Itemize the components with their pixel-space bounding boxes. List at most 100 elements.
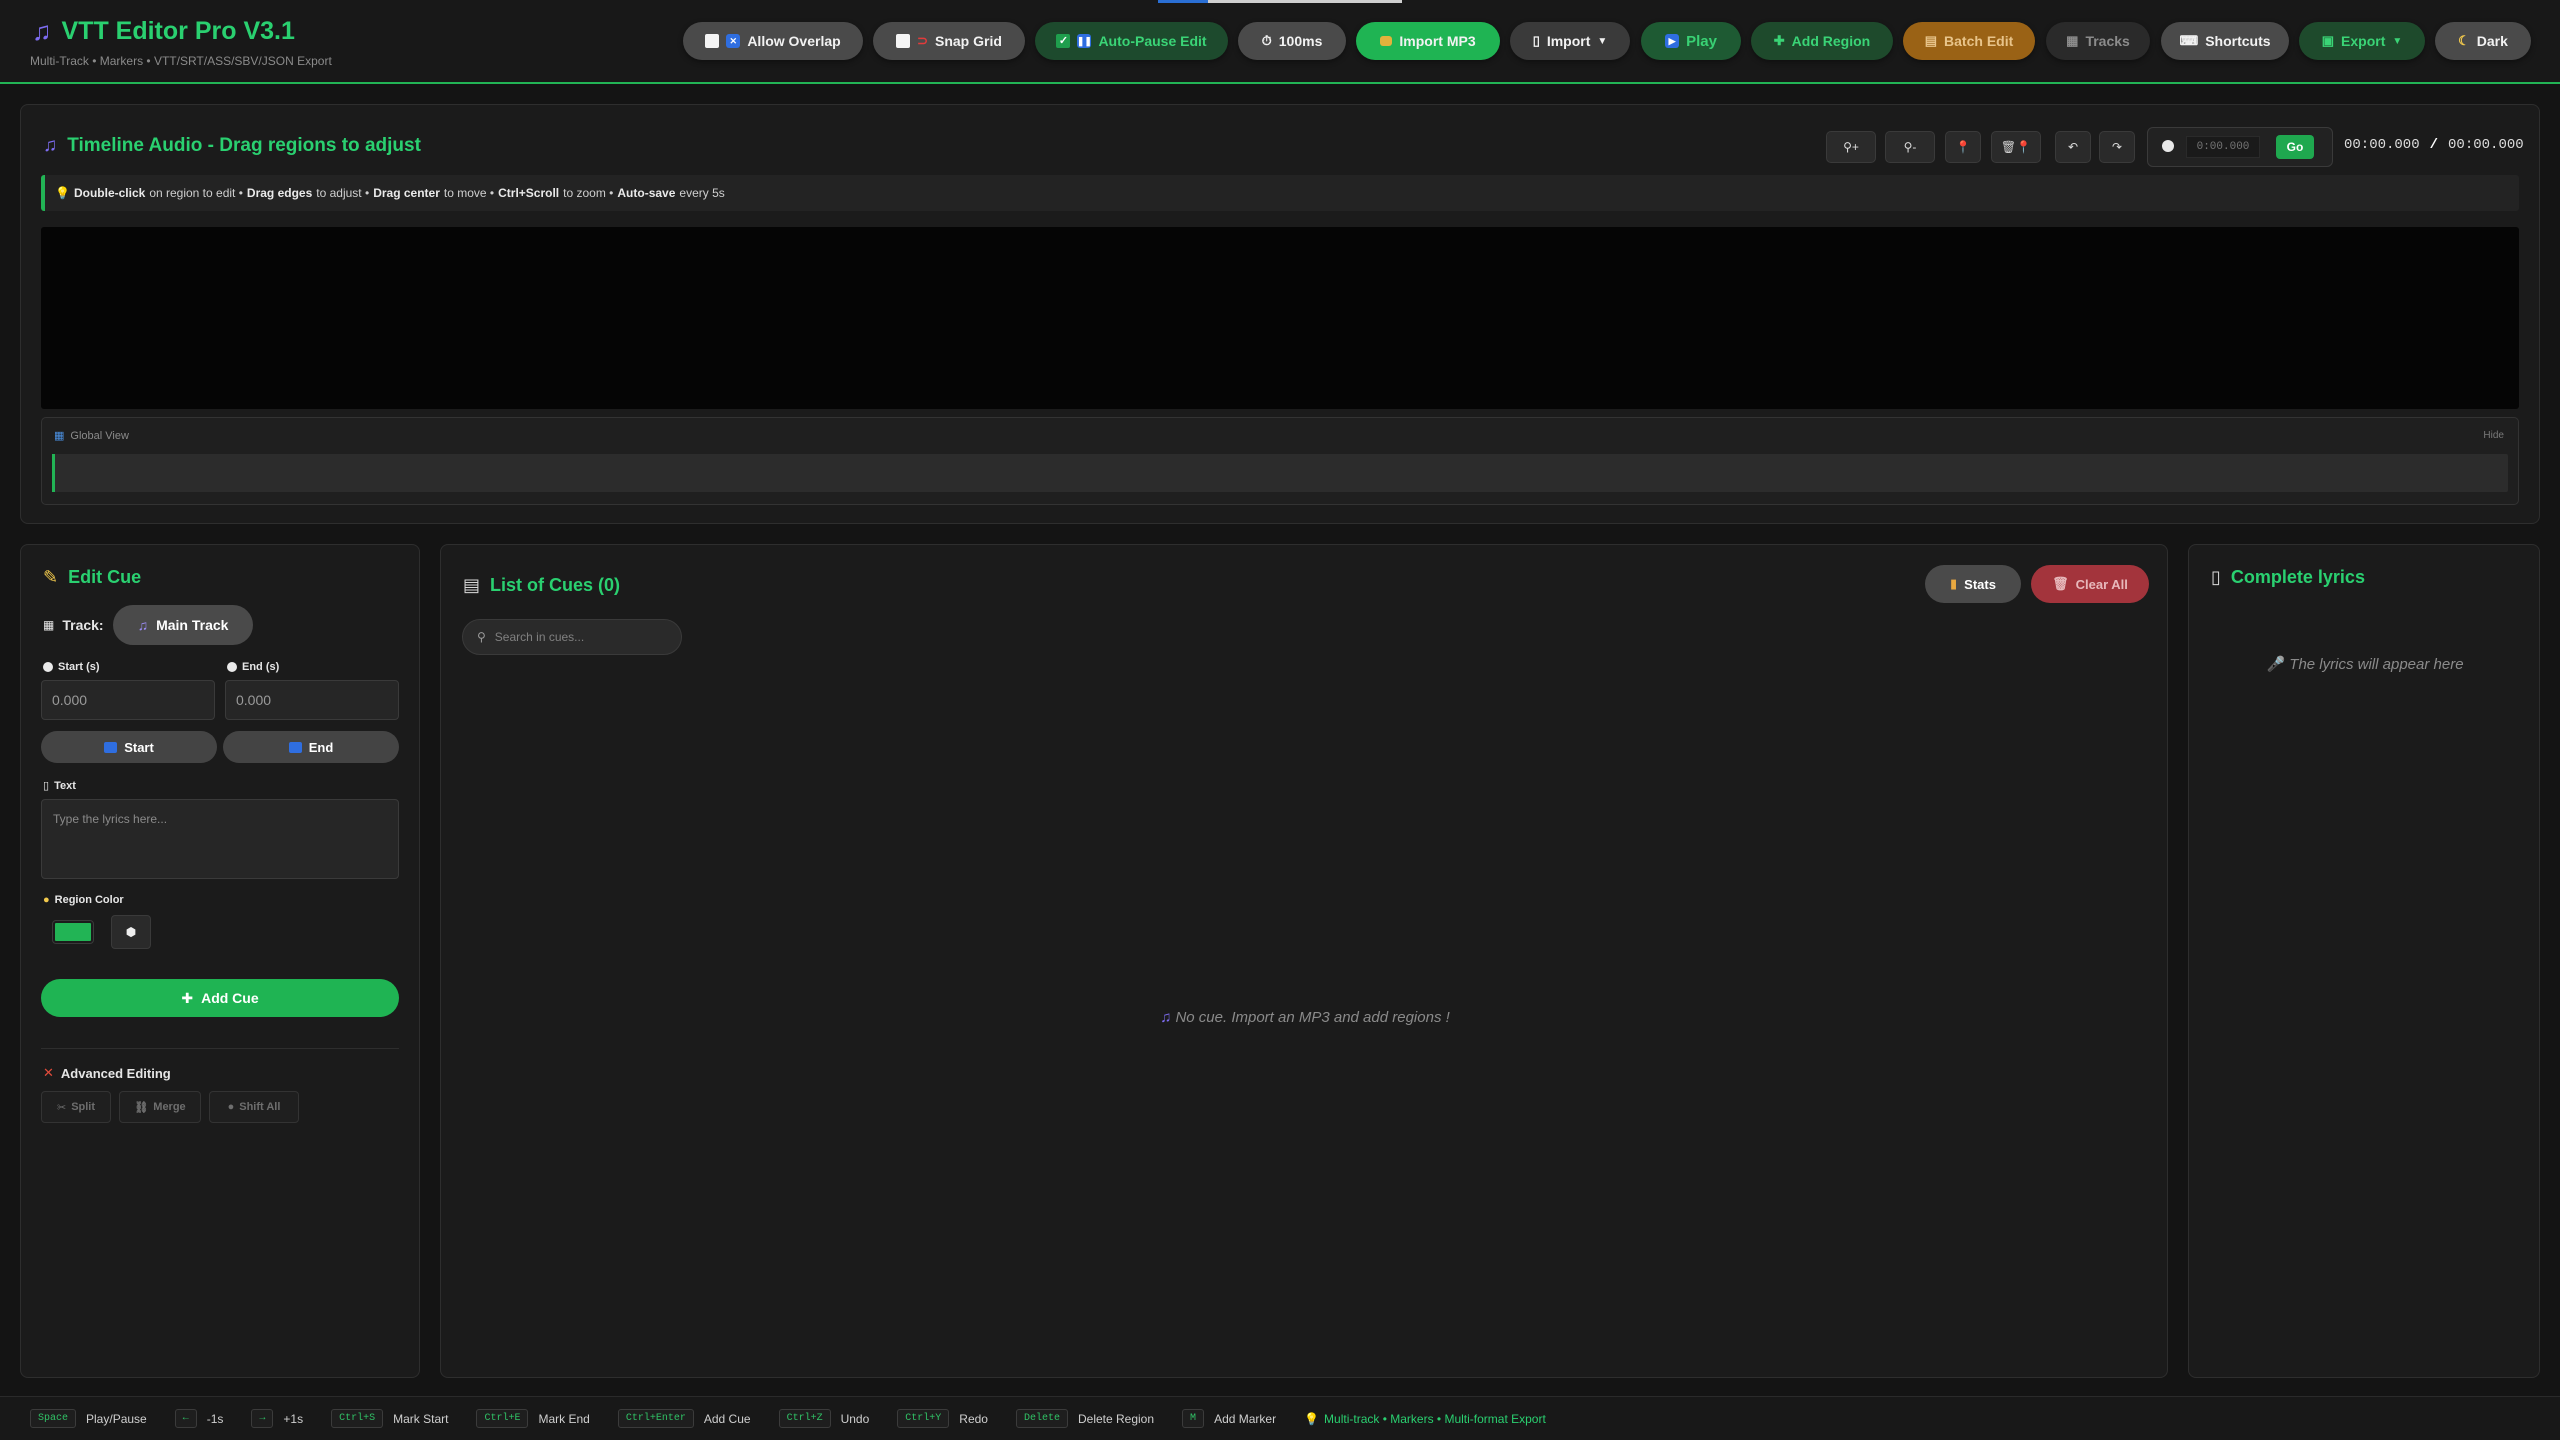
track-label-text: Track: [62,617,104,633]
redo-button[interactable]: ↷ [2099,131,2135,163]
add-region-label: Add Region [1791,33,1871,49]
allow-overlap-toggle[interactable]: ✕ Allow Overlap [683,22,863,60]
tip-drag-edges: Drag edges [246,186,313,200]
music-icon: ♫ [137,617,149,633]
global-view-cursor[interactable] [52,454,55,492]
track-selector[interactable]: ♫ Main Track [113,605,253,645]
interval-button[interactable]: ⏱ 100ms [1238,22,1346,60]
shortcut-label: Delete Region [1077,1411,1155,1426]
region-color-picker[interactable] [52,920,94,944]
pin-icon: 📍 [1955,140,1971,154]
shortcuts-button[interactable]: ⌨ Shortcuts [2161,22,2289,60]
keyboard-icon: ⌨ [2179,33,2199,48]
shortcut-key: Ctrl+S [331,1409,384,1428]
shift-all-button[interactable]: ● Shift All [209,1091,299,1123]
import-dropdown-button[interactable]: ▯ Import ▼ [1510,22,1630,60]
clear-markers-button[interactable]: 🗑📍 [1991,131,2041,163]
add-marker-button[interactable]: 📍 [1945,131,1981,163]
end-input[interactable]: 0.000 [225,680,399,720]
global-view-title: Global View [70,429,129,442]
waveform-canvas[interactable] [41,227,2519,409]
tip-ctrl-scroll-text: to zoom • [563,186,614,200]
text-label-text: Text [54,779,76,792]
shortcut-label: Redo [959,1411,988,1426]
timeline-panel: ♫ Timeline Audio - Drag regions to adjus… [20,104,2540,524]
tracks-icon: ▦ [2066,33,2079,48]
tip-double-click: Double-click [73,186,146,200]
lightbulb-icon: 💡 [1304,1411,1320,1426]
shortcut-footer: Space Play/Pause ← -1s → +1s Ctrl+S Mark… [0,1396,2560,1440]
lyrics-empty-text: The lyrics will appear here [2289,656,2464,673]
theme-toggle-button[interactable]: ☾ Dark [2435,22,2531,60]
add-region-button[interactable]: ✚ Add Region [1751,22,1893,60]
snap-grid-toggle[interactable]: ⊃ Snap Grid [873,22,1025,60]
cue-search-input[interactable]: ⚲ Search in cues... [462,619,682,655]
goto-button[interactable]: Go [2276,135,2314,159]
timeline-title: ♫ Timeline Audio - Drag regions to adjus… [43,135,421,157]
random-color-button[interactable]: ⬢ [111,915,151,949]
batch-edit-button[interactable]: ▤ Batch Edit [1903,22,2035,60]
split-button[interactable]: ✂ Split [41,1091,111,1123]
shortcut-key: M [1182,1409,1205,1428]
mark-start-button[interactable]: Start [41,731,217,763]
music-note-icon: ♫ [32,16,52,46]
mark-end-button[interactable]: End [223,731,399,763]
clear-all-button[interactable]: 🗑 Clear All [2031,565,2149,603]
global-view-track[interactable] [52,454,2508,492]
stats-button[interactable]: ▮ Stats [1925,565,2021,603]
cue-list-panel: ▤ List of Cues (0) ▮ Stats 🗑 Clear All ⚲… [440,544,2168,1378]
save-icon: ▣ [2321,33,2335,48]
edit-cue-title-text: Edit Cue [68,567,142,587]
export-dropdown-button[interactable]: ▣ Export ▼ [2299,22,2425,60]
merge-button[interactable]: ⛓ Merge [119,1091,201,1123]
split-label: Split [71,1101,96,1113]
shortcut-label: Play/Pause [86,1411,147,1426]
plus-icon: ✚ [1773,33,1785,48]
microphone-icon: 🎤 [2266,656,2286,673]
start-input[interactable]: 0.000 [41,680,215,720]
tip-drag-center: Drag center [373,186,440,200]
stopwatch-icon: ● [227,1101,235,1113]
snap-grid-label: Snap Grid [935,33,1002,49]
folder-icon [1380,36,1393,46]
edit-cue-panel: ✎ Edit Cue ▦ Track: ♫ Main Track Start (… [20,544,420,1378]
global-view-hide-button[interactable]: Hide [2483,430,2504,441]
tip-auto-save: Auto-save [617,186,676,200]
shortcut-key: Ctrl+Z [778,1409,831,1428]
merge-label: Merge [153,1101,186,1113]
goto-time-input[interactable] [2186,136,2260,158]
batch-edit-label: Batch Edit [1944,33,2014,49]
tip-drag-edges-text: to adjust • [316,186,370,200]
empty-cue-message: ♫ No cue. Import an MP3 and add regions ! [441,1009,2169,1026]
zoom-out-icon: ⚲- [1903,140,1917,154]
zoom-in-button[interactable]: ⚲+ [1826,131,1876,163]
play-button[interactable]: ▶ Play [1641,22,1741,60]
import-mp3-button[interactable]: Import MP3 [1356,22,1500,60]
tracks-button[interactable]: ▦ Tracks [2046,22,2150,60]
cue-text-area[interactable]: Type the lyrics here... [41,799,399,879]
bar-chart-icon: ▮ [1950,576,1958,591]
search-icon: ⚲ [477,630,486,644]
region-color-label: ● Region Color [43,894,124,906]
play-label: Play [1686,32,1717,50]
add-cue-button[interactable]: ✚ Add Cue [41,979,399,1017]
zoom-out-button[interactable]: ⚲- [1885,131,1935,163]
import-label: Import [1546,33,1591,49]
empty-cue-text: No cue. Import an MP3 and add regions ! [1175,1009,1450,1026]
end-label-text: End (s) [242,661,280,673]
import-mp3-label: Import MP3 [1399,33,1476,49]
shortcuts-label: Shortcuts [2205,33,2271,49]
auto-pause-edit-label: Auto-Pause Edit [1098,33,1207,49]
stats-label: Stats [1964,576,1996,592]
shortcut-key: ← [174,1409,197,1428]
auto-pause-edit-toggle[interactable]: ✓ ❚❚ Auto-Pause Edit [1035,22,1228,60]
magnet-icon: ⊃ [917,33,928,48]
clock-icon [2162,140,2174,152]
skip-back-icon [104,741,118,753]
tip-double-click-text: on region to edit • [149,186,243,200]
search-placeholder: Search in cues... [494,630,585,644]
skip-forward-icon [288,741,302,753]
music-note-icon: ♫ [1160,1009,1172,1026]
undo-button[interactable]: ↶ [2055,131,2091,163]
shortcut-label: Mark End [538,1411,590,1426]
